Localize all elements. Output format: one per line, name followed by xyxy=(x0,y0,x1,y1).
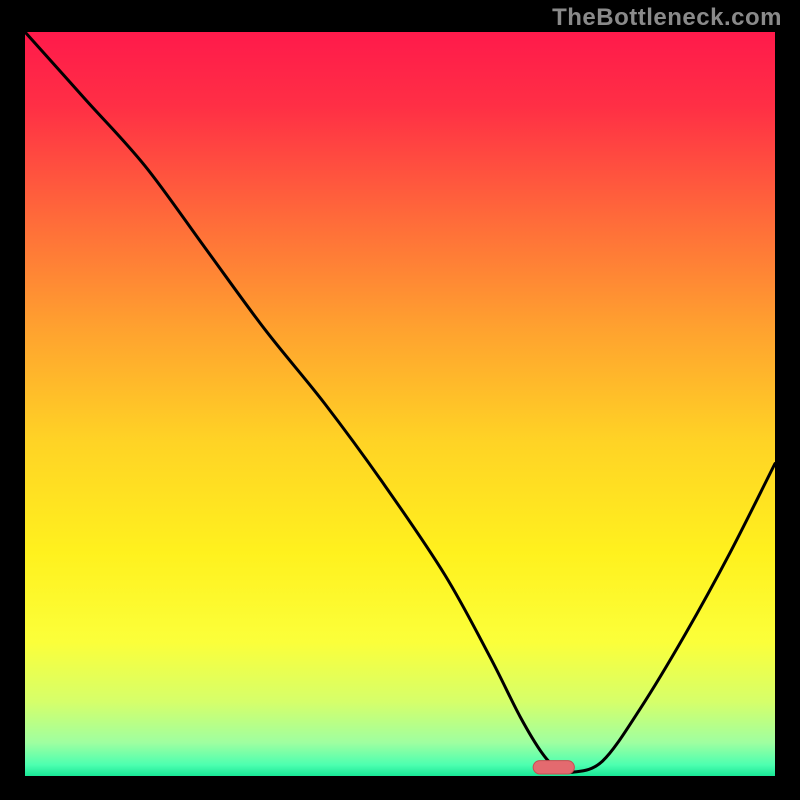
watermark-text: TheBottleneck.com xyxy=(552,4,782,32)
chart-frame: TheBottleneck.com xyxy=(0,0,800,800)
bottleneck-chart xyxy=(25,32,775,776)
optimal-marker xyxy=(533,761,574,774)
plot-background xyxy=(25,32,775,776)
